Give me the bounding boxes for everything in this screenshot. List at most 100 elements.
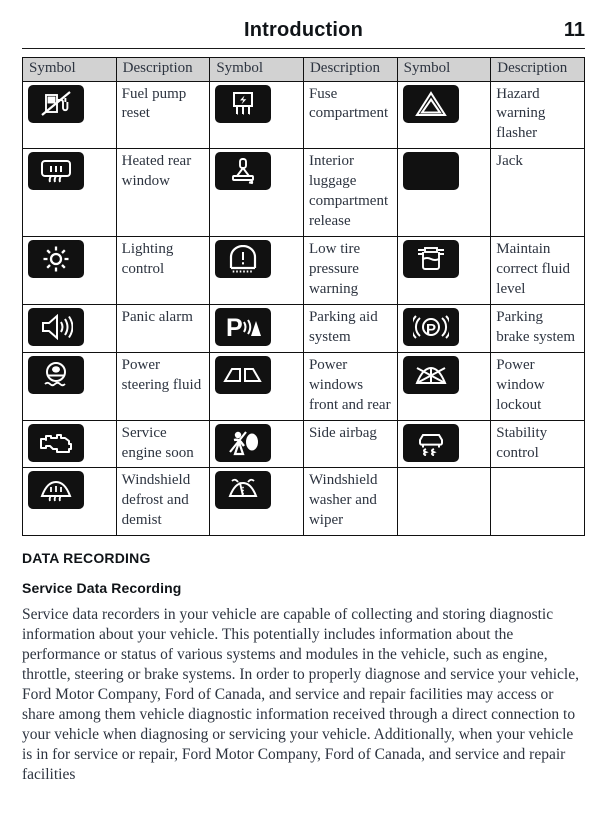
symbol-reference-table: Symbol Description Symbol Description Sy… xyxy=(22,57,585,537)
svg-text:P: P xyxy=(226,314,243,340)
symbol-cell xyxy=(396,419,492,469)
description-label: Jack xyxy=(496,153,523,170)
description-cell: Power window lockout xyxy=(490,351,585,421)
header-rule xyxy=(22,48,585,49)
description-cell: Hazard warning flasher xyxy=(490,80,585,150)
symbol-cell xyxy=(209,236,304,305)
description-cell: Fuse compartment xyxy=(302,80,398,150)
description-label: Panic alarm xyxy=(121,308,193,325)
table-row: Heated rear window Interior luggage compa… xyxy=(22,148,585,238)
windshield-washer-and-wiper-icon xyxy=(215,471,272,510)
service-engine-soon-icon xyxy=(28,423,84,462)
description-cell: Power windows front and rear xyxy=(302,351,398,421)
hazard-warning-flasher-icon xyxy=(402,84,459,123)
description-label: Stability control xyxy=(496,424,548,461)
symbol-cell xyxy=(396,148,492,238)
manual-page: Introduction 11 Symbol Description Symbo… xyxy=(0,0,607,830)
symbol-cell xyxy=(396,80,492,150)
table-row: Panic alarm P Parking aid system P Parking b… xyxy=(22,303,585,353)
power-windows-front-and-rear-icon xyxy=(215,355,272,394)
lighting-control-icon xyxy=(28,240,84,279)
description-label: Heated rear window xyxy=(121,153,192,190)
description-label: Maintain correct fluid level xyxy=(496,241,570,297)
symbol-cell xyxy=(22,303,117,353)
heated-rear-window-icon xyxy=(28,152,84,191)
subsection-heading-service-data-recording: Service Data Recording xyxy=(22,580,182,597)
table-row: Fuel pump reset Fuse compartment Hazard wa… xyxy=(22,80,585,150)
power-window-lockout-icon xyxy=(402,355,459,394)
description-label: Fuse compartment xyxy=(308,85,389,122)
table-row: Lighting control Low tire pressure warnin… xyxy=(22,236,585,305)
description-cell: Lighting control xyxy=(115,236,211,305)
description-cell: Maintain correct fluid level xyxy=(490,236,585,305)
description-label: Lighting control xyxy=(121,241,174,277)
parking-brake-system-icon: P xyxy=(402,307,459,346)
description-label: Interior luggage compartment release xyxy=(308,153,389,230)
description-label: Power steering fluid xyxy=(121,356,202,393)
description-cell: Panic alarm xyxy=(115,303,211,353)
description-cell: Windshield washer and wiper xyxy=(302,467,398,537)
column-header-description-3: Description xyxy=(490,57,585,82)
table-header-row: Symbol Description Symbol Description Sy… xyxy=(22,57,585,82)
description-cell: Windshield defrost and demist xyxy=(115,467,211,537)
body-paragraph: Service data recorders in your vehicle a… xyxy=(22,606,579,784)
symbol-cell xyxy=(22,148,117,238)
description-cell: Interior luggage compartment release xyxy=(302,148,398,238)
maintain-correct-fluid-level-icon xyxy=(402,240,459,279)
svg-text:P: P xyxy=(426,321,436,338)
column-header-symbol-3: Symbol xyxy=(396,57,492,82)
description-label: Side airbag xyxy=(308,424,377,441)
symbol-cell xyxy=(209,351,304,421)
windshield-defrost-and-demist-icon xyxy=(28,471,84,510)
description-label: Windshield washer and wiper xyxy=(308,472,378,529)
symbol-cell xyxy=(209,148,304,238)
symbol-cell xyxy=(22,467,117,537)
symbol-cell xyxy=(22,236,117,305)
fuel-pump-reset-icon xyxy=(28,84,84,123)
symbol-cell: P xyxy=(209,303,304,353)
page-number: 11 xyxy=(563,19,585,41)
fuse-compartment-icon xyxy=(215,84,272,123)
stability-control-icon xyxy=(402,423,459,462)
description-cell: Low tire pressure warning xyxy=(302,236,398,305)
symbol-cell xyxy=(22,80,117,150)
symbol-cell-empty xyxy=(396,467,492,537)
description-cell: Heated rear window xyxy=(115,148,211,238)
description-cell: Jack xyxy=(490,148,585,238)
symbol-cell xyxy=(22,419,117,469)
table-body: Fuel pump reset Fuse compartment Hazard wa… xyxy=(22,80,585,537)
description-label: Service engine soon xyxy=(121,424,194,461)
column-header-symbol-2: Symbol xyxy=(209,57,304,82)
power-steering-fluid-icon xyxy=(28,355,84,394)
description-cell xyxy=(490,467,585,537)
panic-alarm-icon xyxy=(28,307,84,346)
description-label: Windshield defrost and demist xyxy=(121,472,191,529)
column-header-description-1: Description xyxy=(115,57,211,82)
table-row: Service engine soon Side airbag Stability … xyxy=(22,419,585,469)
symbol-cell xyxy=(209,467,304,537)
symbol-cell xyxy=(22,351,117,421)
description-cell: Parking brake system xyxy=(490,303,585,353)
description-label: Power windows front and rear xyxy=(308,356,391,413)
description-cell: Stability control xyxy=(490,419,585,469)
table-row: Windshield defrost and demist Windshield … xyxy=(22,467,585,537)
symbol-cell: P xyxy=(396,303,492,353)
description-cell: Service engine soon xyxy=(115,419,211,469)
description-label: Power window lockout xyxy=(496,356,545,413)
description-label: Parking aid system xyxy=(308,308,378,345)
symbol-cell xyxy=(396,351,492,421)
description-label: Fuel pump reset xyxy=(121,85,187,122)
page-title: Introduction xyxy=(243,19,364,41)
side-airbag-icon xyxy=(215,423,272,462)
description-label: Parking brake system xyxy=(496,308,576,345)
description-cell: Power steering fluid xyxy=(115,351,211,421)
symbol-cell xyxy=(396,236,492,305)
symbol-cell xyxy=(209,419,304,469)
column-header-symbol-1: Symbol xyxy=(22,57,117,82)
parking-aid-system-icon: P xyxy=(215,307,272,346)
section-heading-data-recording: DATA RECORDING xyxy=(22,550,151,567)
description-label: Hazard warning flasher xyxy=(496,85,546,142)
description-label: Low tire pressure warning xyxy=(308,241,361,297)
interior-luggage-compartment-release-icon xyxy=(215,152,272,191)
column-header-description-2: Description xyxy=(302,57,398,82)
